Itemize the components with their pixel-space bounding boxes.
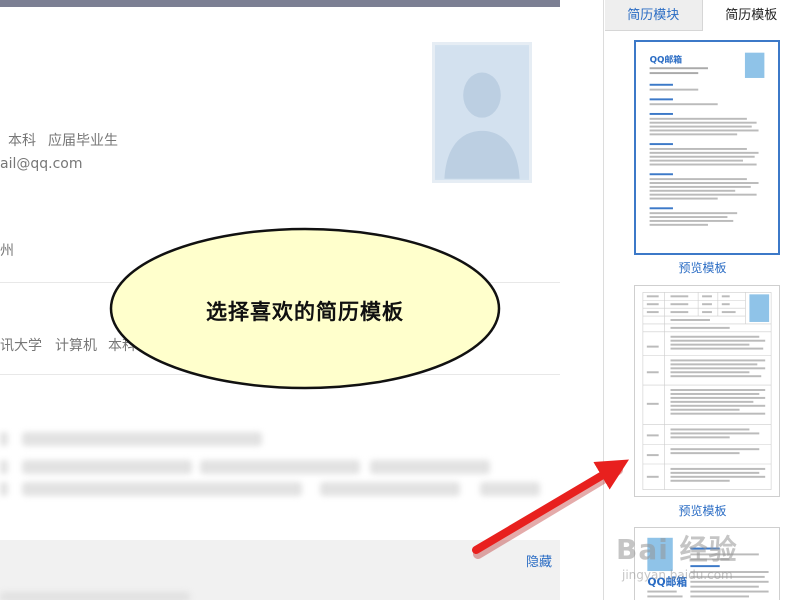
watermark-url: jingyan.baidu.com xyxy=(622,568,733,582)
blurred-text xyxy=(0,482,8,496)
blurred-text xyxy=(320,482,460,496)
city-text: 州 xyxy=(0,243,14,259)
blurred-text xyxy=(22,482,302,496)
school-text: 讯大学 xyxy=(0,338,42,354)
blurred-text xyxy=(22,460,192,474)
avatar-silhouette-icon xyxy=(435,46,529,179)
blurred-text xyxy=(22,432,262,446)
preview-template-link-1[interactable]: 预览模板 xyxy=(605,259,800,276)
editor-header-strip xyxy=(0,0,560,7)
watermark-logo: Bai 经验 xyxy=(616,533,738,566)
blurred-text xyxy=(0,592,190,600)
blurred-text xyxy=(0,432,8,446)
tab-resume-modules[interactable]: 简历模块 xyxy=(605,0,703,31)
panel-tabs: 简历模块 简历模板 xyxy=(605,0,800,31)
blurred-text xyxy=(0,460,8,474)
template-thumbnail-1[interactable]: QQ邮箱 xyxy=(634,40,780,255)
graduate-status-text: 应届毕业生 xyxy=(48,133,118,149)
major-text: 计算机 xyxy=(55,338,97,354)
blurred-text xyxy=(200,460,360,474)
degree-text: 本科 xyxy=(8,133,36,149)
tab-resume-templates[interactable]: 简历模板 xyxy=(702,0,800,31)
profile-photo[interactable] xyxy=(432,42,532,183)
template-title: QQ邮箱 xyxy=(650,53,683,65)
email-text: ail@qq.com xyxy=(0,156,83,172)
callout-text: 选择喜欢的简历模板 xyxy=(206,299,404,324)
